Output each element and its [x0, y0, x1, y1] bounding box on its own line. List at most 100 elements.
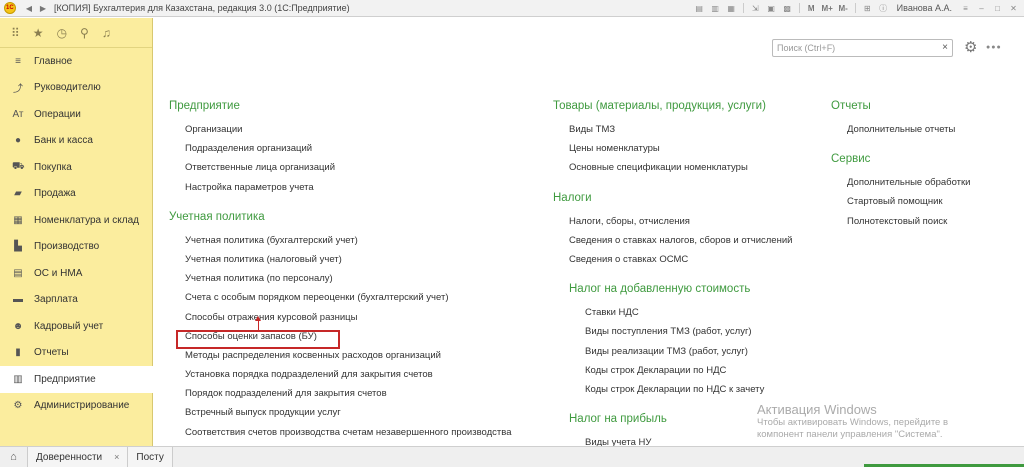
link-policy-personnel[interactable]: Учетная политика (по персоналу)	[169, 269, 511, 288]
chart-icon: ⤴	[13, 84, 23, 96]
salary-icon: ▬	[13, 294, 23, 306]
activation-line-2: компонент панели управления "Система".	[757, 429, 943, 440]
column-left: Предприятие Организации Подразделения ор…	[169, 96, 511, 442]
search-box: ×	[772, 39, 953, 57]
app-logo-icon[interactable]	[4, 2, 16, 14]
title-toolbar: ▤ ▥ ▦ ⇲ ▣ ▩ M M+ M- ⊞ ⓘ Иванова А.А. ≡ –…	[693, 2, 1020, 14]
bank-icon: ●	[14, 135, 22, 147]
tab-powers-of-attorney[interactable]: Доверенности ×	[28, 447, 129, 467]
zoom-icon[interactable]: ⊞	[861, 2, 874, 14]
section-title-reports: Отчеты	[831, 100, 871, 112]
activation-title: Активация Windows	[757, 402, 877, 417]
sidebar-item-bank[interactable]: ● Банк и касса	[0, 128, 152, 155]
maximize-icon[interactable]: □	[991, 2, 1004, 14]
warehouse-icon: ▦	[13, 214, 23, 226]
preview-icon[interactable]: ▦	[725, 2, 738, 14]
activation-line-1: Чтобы активировать Windows, перейдите в	[757, 417, 949, 428]
link-start-assistant[interactable]: Стартовый помощник	[831, 192, 970, 211]
link-revaluation-accounts[interactable]: Счета с особым порядком переоценки (бухг…	[169, 288, 511, 307]
memory-plus-button[interactable]: M+	[821, 2, 834, 14]
link-wip-accounts[interactable]: Соответствия счетов производства счетам …	[169, 423, 511, 442]
more-menu-icon[interactable]: ●●●	[986, 44, 1002, 51]
window-title: [КОПИЯ] Бухгалтерия для Казахстана, реда…	[54, 3, 350, 13]
user-name[interactable]: Иванова А.А.	[897, 3, 952, 13]
link-additional-processing[interactable]: Дополнительные обработки	[831, 173, 970, 192]
tab-receipts[interactable]: Посту	[128, 447, 173, 467]
link-indirect-costs[interactable]: Методы распределения косвенных расходов …	[169, 346, 511, 365]
forward-icon[interactable]: ▶	[38, 3, 48, 13]
settings-icon[interactable]: ≡	[959, 2, 972, 14]
sidebar-item-salary[interactable]: ▬ Зарплата	[0, 287, 152, 314]
link-exchange-difference[interactable]: Способы отражения курсовой разницы	[169, 308, 511, 327]
windows-activation-watermark: Активация Windows Чтобы активировать Win…	[757, 402, 948, 441]
people-icon: ☻	[12, 320, 24, 332]
calendar-icon[interactable]: ▣	[765, 2, 778, 14]
section-title-vat: Налог на добавленную стоимость	[569, 283, 751, 296]
sidebar-item-operations[interactable]: Ат Операции	[0, 101, 152, 128]
clear-icon[interactable]: ×	[942, 42, 948, 53]
sidebar-item-enterprise[interactable]: ▥ Предприятие	[0, 366, 153, 393]
cart-icon: ⛟	[12, 160, 25, 172]
link-osms-rates[interactable]: Сведения о ставках ОСМС	[553, 250, 792, 269]
info-icon[interactable]: ⓘ	[877, 2, 890, 14]
link-counter-output[interactable]: Встречный выпуск продукции услуг	[169, 403, 511, 422]
open-windows-bar: ⌂ Доверенности × Посту	[0, 446, 1024, 467]
search-input[interactable]	[773, 40, 933, 56]
link-policy-accounting[interactable]: Учетная политика (бухгалтерский учет)	[169, 231, 511, 250]
link-vat-declaration-codes[interactable]: Коды строк Декларации по НДС	[569, 361, 792, 380]
link-division-order-setup[interactable]: Установка порядка подразделений для закр…	[169, 365, 511, 384]
print-icon[interactable]: ▥	[709, 2, 722, 14]
annotation-arrow	[258, 319, 259, 331]
link-fulltext-search[interactable]: Полнотекстовый поиск	[831, 212, 970, 231]
sidebar-item-admin[interactable]: ⚙ Администрирование	[0, 393, 152, 420]
link-division-order[interactable]: Порядок подразделений для закрытия счето…	[169, 384, 511, 403]
link-sale-types[interactable]: Виды реализации ТМЗ (работ, услуг)	[569, 342, 792, 361]
memory-minus-button[interactable]: M-	[837, 2, 850, 14]
section-title-enterprise: Предприятие	[169, 100, 240, 112]
link-icon[interactable]: ⇲	[749, 2, 762, 14]
sidebar-item-hr[interactable]: ☻ Кадровый учет	[0, 313, 152, 340]
back-icon[interactable]: ◀	[24, 3, 34, 13]
sidebar-item-main[interactable]: ≡ Главное	[0, 48, 152, 75]
sidebar-item-manager[interactable]: ⤴ Руководителю	[0, 75, 152, 102]
sidebar-item-assets[interactable]: ▤ ОС и НМА	[0, 260, 152, 287]
column-middle: Товары (материалы, продукция, услуги) Ви…	[553, 96, 792, 452]
bell-icon[interactable]: ♫	[102, 26, 111, 40]
gear-icon[interactable]: ⚙	[964, 38, 977, 56]
sidebar-item-sales[interactable]: ▰ Продажа	[0, 181, 152, 208]
link-tax-rates[interactable]: Сведения о ставках налогов, сборов и отч…	[553, 231, 792, 250]
link-org-divisions[interactable]: Подразделения организаций	[169, 139, 511, 158]
title-nav: ◀ ▶	[24, 3, 48, 13]
sidebar-item-warehouse[interactable]: ▦ Номенклатура и склад	[0, 207, 152, 234]
favorites-star-icon[interactable]: ★	[33, 26, 44, 40]
search-icon[interactable]: ⚲	[80, 26, 89, 40]
link-taxes-fees[interactable]: Налоги, сборы, отчисления	[553, 212, 792, 231]
minimize-icon[interactable]: –	[975, 2, 988, 14]
close-icon[interactable]: ✕	[1007, 2, 1020, 14]
link-specifications[interactable]: Основные спецификации номенклатуры	[553, 158, 792, 177]
home-icon[interactable]: ⌂	[0, 447, 28, 467]
tab-close-icon[interactable]: ×	[114, 452, 119, 462]
sidebar-item-reports[interactable]: ▮ Отчеты	[0, 340, 152, 367]
title-bar: ◀ ▶ [КОПИЯ] Бухгалтерия для Казахстана, …	[0, 0, 1024, 17]
link-item-prices[interactable]: Цены номенклатуры	[553, 139, 792, 158]
assets-icon: ▤	[13, 267, 23, 279]
memory-button[interactable]: M	[805, 2, 818, 14]
link-organizations[interactable]: Организации	[169, 120, 511, 139]
apps-grid-icon[interactable]: ⠿	[11, 26, 20, 40]
sale-icon: ▰	[14, 188, 22, 200]
sidebar-item-purchase[interactable]: ⛟ Покупка	[0, 154, 152, 181]
link-vat-offset-codes[interactable]: Коды строк Декларации по НДС к зачету	[569, 380, 792, 399]
save-icon[interactable]: ▤	[693, 2, 706, 14]
link-additional-reports[interactable]: Дополнительные отчеты	[831, 120, 970, 139]
link-tmz-types[interactable]: Виды ТМЗ	[553, 120, 792, 139]
link-inventory-valuation[interactable]: Способы оценки запасов (БУ)	[169, 327, 511, 346]
link-vat-rates[interactable]: Ставки НДС	[569, 303, 792, 322]
calc-icon[interactable]: ▩	[781, 2, 794, 14]
history-icon[interactable]: ◷	[57, 26, 67, 40]
link-policy-tax[interactable]: Учетная политика (налоговый учет)	[169, 250, 511, 269]
link-accounting-settings[interactable]: Настройка параметров учета	[169, 178, 511, 197]
link-receipt-types[interactable]: Виды поступления ТМЗ (работ, услуг)	[569, 322, 792, 341]
sidebar-item-production[interactable]: ▙ Производство	[0, 234, 152, 261]
link-responsible-persons[interactable]: Ответственные лица организаций	[169, 158, 511, 177]
